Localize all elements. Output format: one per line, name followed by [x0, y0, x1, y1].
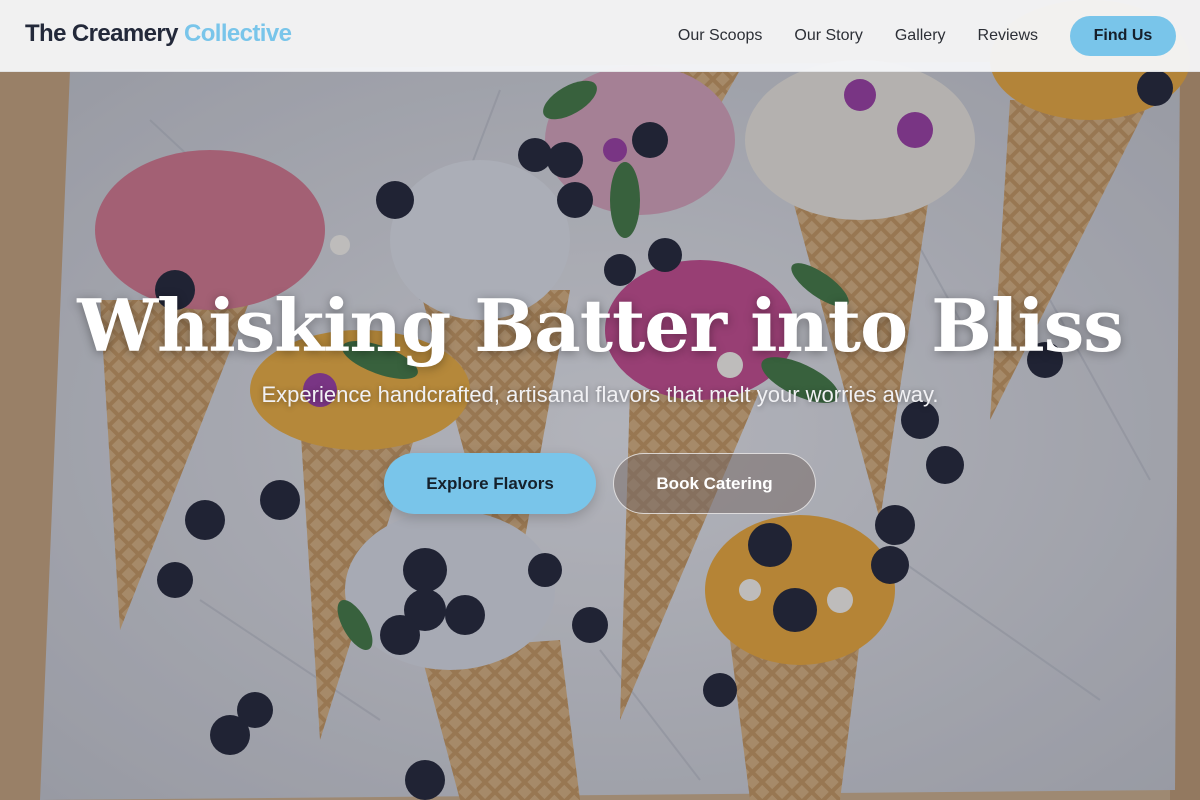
hero-title: Whisking Batter into Bliss [77, 283, 1124, 368]
landing-page: The Creamery Collective Our Scoops Our S… [0, 0, 1200, 800]
brand-name-accent: Collective [183, 20, 292, 47]
book-catering-button[interactable]: Book Catering [613, 453, 816, 514]
nav-link-our-story[interactable]: Our Story [794, 27, 862, 45]
brand-name: The Creamery [25, 20, 178, 47]
brand-logo[interactable]: The Creamery Collective [25, 20, 292, 48]
top-navbar: The Creamery Collective Our Scoops Our S… [0, 0, 1200, 72]
find-us-button[interactable]: Find Us [1070, 16, 1176, 56]
hero-actions: Explore Flavors Book Catering [0, 453, 1200, 514]
nav-link-gallery[interactable]: Gallery [895, 27, 946, 45]
main-nav: Our Scoops Our Story Gallery Reviews Fin… [678, 16, 1176, 56]
explore-flavors-button[interactable]: Explore Flavors [384, 453, 596, 514]
hero-section: Whisking Batter into Bliss Experience ha… [0, 278, 1200, 410]
nav-link-our-scoops[interactable]: Our Scoops [678, 27, 762, 45]
hero-subtitle: Experience handcrafted, artisanal flavor… [261, 382, 939, 407]
nav-link-reviews[interactable]: Reviews [978, 27, 1038, 45]
